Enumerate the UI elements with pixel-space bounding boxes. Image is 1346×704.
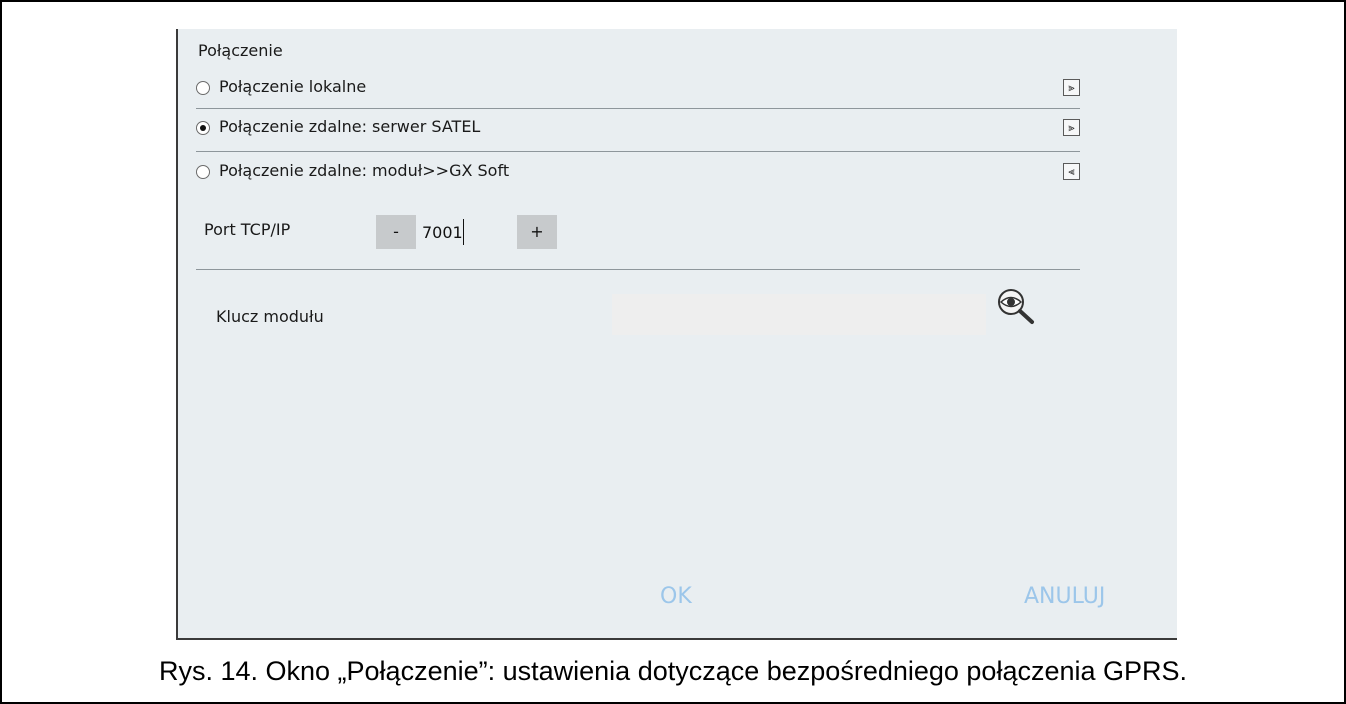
divider: [196, 151, 1080, 152]
option-remote-module-gx-soft[interactable]: Połączenie zdalne: moduł>>GX Soft ⫷: [196, 159, 1080, 189]
module-key-label: Klucz modułu: [216, 307, 324, 326]
text-caret: [463, 219, 464, 245]
radio-button-local[interactable]: [196, 81, 210, 95]
connection-dialog: Połączenie Połączenie lokalne ⫸ Połączen…: [176, 29, 1177, 640]
divider: [196, 269, 1080, 270]
option-local-connection[interactable]: Połączenie lokalne ⫸: [196, 75, 1080, 105]
port-input[interactable]: [416, 215, 517, 249]
radio-button-gx-soft[interactable]: [196, 165, 210, 179]
port-increment-button[interactable]: +: [517, 215, 557, 249]
module-key-input[interactable]: [612, 294, 986, 335]
option-label: Połączenie zdalne: moduł>>GX Soft: [219, 161, 510, 180]
radio-button-satel[interactable]: [196, 121, 210, 135]
divider: [196, 108, 1080, 109]
double-chevron-up-icon[interactable]: ⫷: [1063, 163, 1080, 180]
double-chevron-down-icon[interactable]: ⫸: [1063, 79, 1080, 96]
section-title: Połączenie: [198, 41, 283, 60]
figure-caption: Rys. 14. Okno „Połączenie”: ustawienia d…: [158, 656, 1188, 686]
double-chevron-down-icon[interactable]: ⫸: [1063, 119, 1080, 136]
option-remote-satel-server[interactable]: Połączenie zdalne: serwer SATEL ⫸: [196, 115, 1080, 145]
ok-button[interactable]: OK: [660, 584, 692, 609]
port-label: Port TCP/IP: [204, 220, 291, 239]
option-label: Połączenie lokalne: [219, 77, 367, 96]
port-decrement-button[interactable]: -: [376, 215, 416, 249]
option-label: Połączenie zdalne: serwer SATEL: [219, 117, 481, 136]
document-page: Połączenie Połączenie lokalne ⫸ Połączen…: [0, 0, 1346, 704]
magnifier-eye-icon[interactable]: [996, 287, 1036, 325]
cancel-button[interactable]: ANULUJ: [1024, 584, 1105, 609]
